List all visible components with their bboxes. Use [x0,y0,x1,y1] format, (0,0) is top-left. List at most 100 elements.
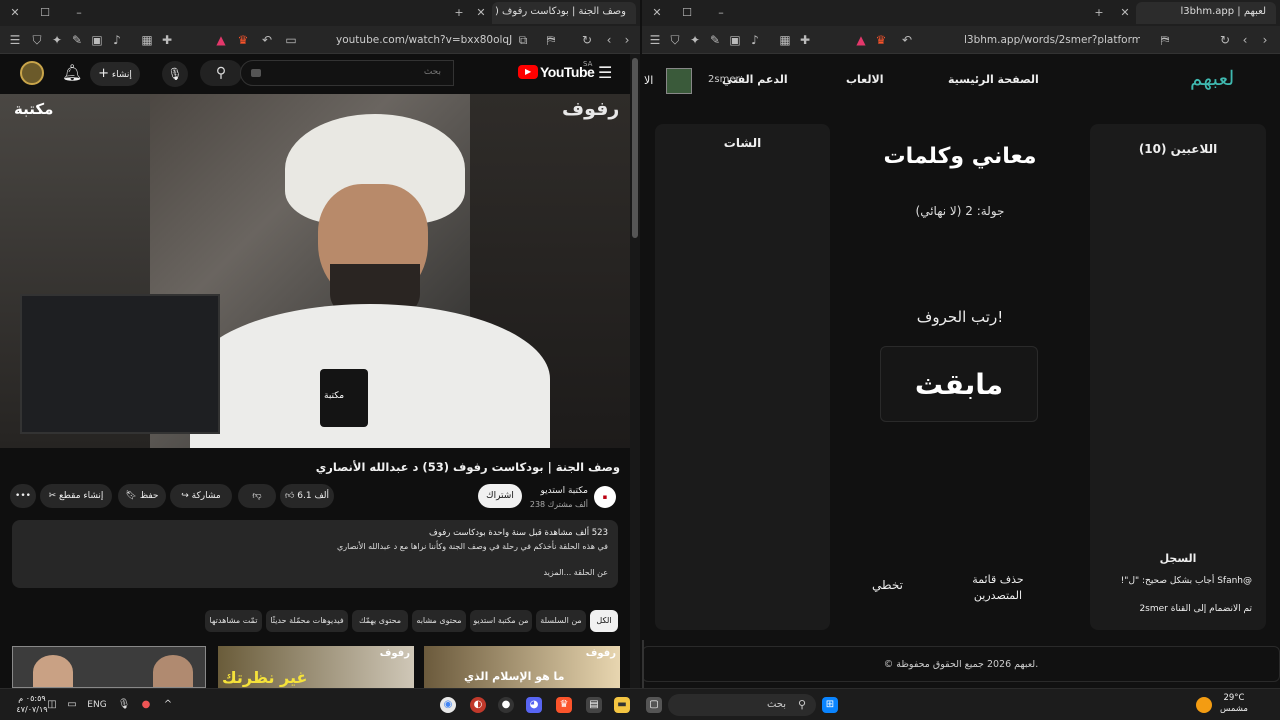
save-button[interactable]: 🔖︎ حفظ [118,484,166,508]
new-tab-icon[interactable]: + [452,6,466,20]
shield-icon[interactable]: ⛉ [30,33,44,47]
user-avatar[interactable] [666,68,692,94]
taskbar-search[interactable]: بحث ⚲ [668,694,816,716]
chrome-icon[interactable]: ◉ [440,697,456,713]
subscribe-button[interactable]: اشتراك [478,484,522,508]
chip-all[interactable]: الكل [590,610,618,632]
brave-shield-icon[interactable]: ♛ [236,33,250,47]
sidebar-icon[interactable]: ▣ [728,33,742,47]
windows-start-icon[interactable]: ⊞ [822,697,838,713]
shield-icon[interactable]: ⛉ [668,33,682,47]
github-icon[interactable]: ● [498,697,514,713]
microphone-icon[interactable]: 🎙︎ [116,697,132,713]
search-button[interactable]: ⚲ [200,60,242,86]
bell-icon[interactable]: 🔔︎ [62,63,82,82]
create-button[interactable]: + إنشاء [90,62,140,86]
keyboard-icon[interactable] [251,69,261,77]
nav-home[interactable]: الصفحة الرئيسية [948,73,1039,86]
chip-series[interactable]: من السلسلة [536,610,586,632]
picture-icon[interactable]: ▦ [140,33,154,47]
forward-icon[interactable]: › [620,33,634,47]
battery-icon[interactable]: ▭ [64,697,80,713]
chip-for-you[interactable]: محتوى يهمّك [352,610,408,632]
back-share-icon[interactable]: ↶ [260,33,274,47]
chip-recent[interactable]: فيديوهات محمّلة حديثًا [266,610,348,632]
music-icon[interactable]: ♪ [748,33,762,47]
back-icon[interactable]: ‹ [602,33,616,47]
like-button[interactable]: 👍︎ 6.1 ألف [280,484,334,508]
minimize-window-icon[interactable]: – [72,6,86,20]
site-logo[interactable]: لعبهم [1190,66,1234,90]
weather-icon[interactable] [1196,697,1212,713]
folder-icon[interactable]: ▬ [614,697,630,713]
new-tab-icon[interactable]: + [1092,6,1106,20]
task-view-icon[interactable]: ▢ [646,697,662,713]
page-scrollbar[interactable] [630,54,640,688]
thumbnail-1[interactable]: ما هو الإسلام الذي رفوف [424,646,620,688]
maximize-window-icon[interactable]: ☐ [38,6,52,20]
back-share-icon[interactable]: ↶ [900,33,914,47]
clip-button[interactable]: ✂ إنشاء مقطع [40,484,112,508]
pen-icon[interactable]: ✎ [708,33,722,47]
thumbnail-2[interactable]: غير نظرتك رفوف [218,646,414,688]
close-window-icon[interactable]: ✕ [650,6,664,20]
address-bar[interactable]: youtube.com/watch?v=bxx80olqJHk [336,32,512,48]
avatar[interactable] [20,61,44,85]
description-more[interactable]: عن الحلقة ...المزيد [543,568,608,577]
brave-shield-icon[interactable]: ♛ [874,33,888,47]
share-button[interactable]: ↪ مشاركة [170,484,232,508]
tab-close-icon[interactable]: ✕ [474,6,488,20]
chip-channel[interactable]: من مكتبة استديو [470,610,532,632]
description-box[interactable]: 523 ألف مشاهدة قبل سنة واحدة بودكاست رفو… [12,520,618,588]
bookmark-icon[interactable]: ⛿ [1158,33,1172,47]
reload-icon[interactable]: ↻ [1218,33,1232,47]
reload-icon[interactable]: ↻ [580,33,594,47]
dislike-button[interactable]: 👎︎ [238,484,276,508]
clear-leaderboard-button[interactable]: حذف قائمة المتصدرين [958,572,1038,604]
address-bar[interactable]: l3bhm.app/words/2smer?platform=kick [964,32,1140,48]
channel-avatar[interactable]: ▪ [594,486,616,508]
notifications-icon[interactable]: ◫ [44,697,60,713]
hamburger-icon[interactable]: ☰ [598,63,612,82]
youtube-logo-icon[interactable]: ▶ [518,65,538,79]
tab-close-icon[interactable]: ✕ [1118,6,1132,20]
screen-icon[interactable]: ▭ [284,33,298,47]
picture-icon[interactable]: ▦ [778,33,792,47]
brave-icon[interactable]: ♛ [556,697,572,713]
more-actions-button[interactable]: ••• [10,484,36,508]
music-icon[interactable]: ♪ [110,33,124,47]
close-window-icon[interactable]: ✕ [8,6,22,20]
aurora-icon[interactable]: ▲ [214,33,228,47]
search-input[interactable]: بحث [240,60,454,86]
minimize-window-icon[interactable]: – [714,6,728,20]
skip-button[interactable]: تخطي [872,578,903,592]
pen-icon[interactable]: ✎ [70,33,84,47]
tab-youtube[interactable]: وصف الجنة | بودكاست رفوف ( [492,2,636,24]
sidebar-icon[interactable]: ▣ [90,33,104,47]
store-icon[interactable]: ▤ [586,697,602,713]
chip-watched[interactable]: تمّت مشاهدتها [205,610,262,632]
extensions-icon[interactable]: ✦ [50,33,64,47]
app-icon[interactable]: ◐ [470,697,486,713]
extensions-icon[interactable]: ✦ [688,33,702,47]
discord-icon[interactable]: ◕ [526,697,542,713]
menu-icon[interactable]: ☰ [8,33,22,47]
chevron-up-icon[interactable]: ^ [160,697,176,713]
channel-name[interactable]: مكتبة استديو [540,486,588,496]
video-player[interactable]: مكتبة رفوف مكتبة [0,94,630,448]
tab-l3bhm[interactable]: لعبهم | l3bhm.app [1136,2,1276,24]
thumbnail-3[interactable] [12,646,206,688]
mic-icon[interactable]: 🎙︎ [162,61,188,87]
puzzle-icon[interactable]: ✚ [160,33,174,47]
nav-support[interactable]: الدعم الفني [722,73,788,86]
language-indicator[interactable]: ENG [84,697,110,713]
chip-similar[interactable]: محتوى مشابه [412,610,466,632]
maximize-window-icon[interactable]: ☐ [680,6,694,20]
recording-icon[interactable]: ● [138,697,154,713]
scrollbar-thumb[interactable] [632,58,638,238]
bookmark-icon[interactable]: ⛿ [544,33,558,47]
forward-icon[interactable]: › [1258,33,1272,47]
nav-games[interactable]: الالعاب [846,73,884,86]
aurora-icon[interactable]: ▲ [854,33,868,47]
menu-icon[interactable]: ☰ [648,33,662,47]
